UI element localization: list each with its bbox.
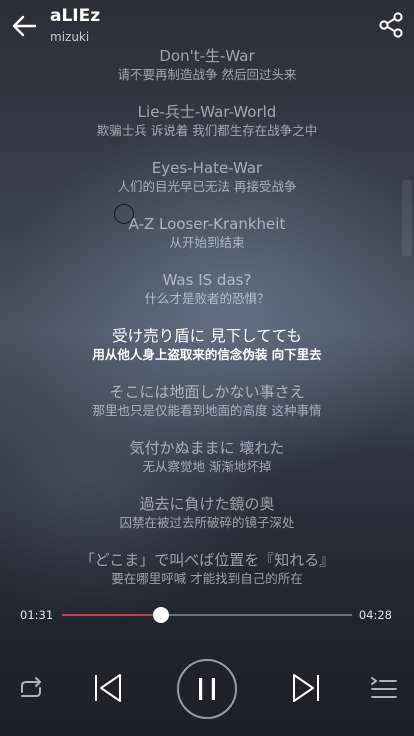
lyric-line: Eyes-Hate-War 人们的目光早已无法 再接受战争 — [0, 158, 414, 214]
lyric-translation: 从开始到结束 — [169, 235, 245, 250]
lyric-line: 過去に負けた鏡の奥 囚禁在被过去所破碎的镜子深处 — [0, 494, 414, 550]
lyric-original: Don't-生-War — [159, 47, 255, 65]
lyric-translation: 什么才是败者的恐惧？ — [144, 291, 270, 306]
lyric-line: 「どこま」で叫べば位置を『知れる』 要在哪里呼喊 才能找到自己的所在 — [0, 550, 414, 594]
repeat-icon[interactable] — [14, 672, 48, 706]
lyric-original: Was IS das? — [162, 271, 252, 289]
lyric-translation: 要在哪里呼喊 才能找到自己的所在 — [111, 571, 303, 586]
lyric-line: Don't-生-War 请不要再制造战争 然后回过头来 — [0, 46, 414, 102]
lyric-original: 気付かぬままに 壊れた — [129, 439, 285, 457]
artist-name: mizuki — [50, 30, 90, 44]
lyric-original: Eyes-Hate-War — [151, 159, 263, 177]
pause-icon — [199, 678, 215, 700]
lyric-original: A-Z Looser-Krankheit — [128, 215, 286, 233]
lyric-line: Lie-兵士-War-World 欺骗士兵 诉说着 我们都生存在战争之中 — [0, 102, 414, 158]
skip-previous-icon[interactable] — [90, 670, 126, 706]
lyric-translation: 请不要再制造战争 然后回过头来 — [117, 67, 297, 82]
lyric-line: そこには地面しかない事さえ 那里也只是仅能看到地面的高度 这种事情 — [0, 382, 414, 438]
lyric-line: 気付かぬままに 壊れた 无从察觉地 渐渐地坏掉 — [0, 438, 414, 494]
pause-button[interactable] — [176, 658, 238, 720]
current-time: 01:31 — [20, 608, 54, 622]
lyric-line: Was IS das? 什么才是败者的恐惧？ — [0, 270, 414, 326]
lyrics-panel[interactable]: Don't-生-War 请不要再制造战争 然后回过头来 Lie-兵士-War-W… — [0, 46, 414, 594]
lyric-translation: 用从他人身上盗取来的信念伪装 向下里去 — [92, 347, 322, 362]
playback-controls — [0, 652, 414, 724]
lyric-original: 「どこま」で叫べば位置を『知れる』 — [79, 551, 335, 569]
seek-track[interactable] — [62, 607, 352, 623]
song-title: aLIEz — [50, 6, 101, 26]
lyric-translation: 囚禁在被过去所破碎的镜子深处 — [119, 515, 295, 530]
lyric-original: 受け売り盾に 見下してても — [112, 327, 302, 345]
share-icon[interactable] — [376, 10, 406, 40]
lyric-line: A-Z Looser-Krankheit 从开始到结束 — [0, 214, 414, 270]
seek-fill — [62, 614, 161, 616]
lyric-translation: 那里也只是仅能看到地面的高度 这种事情 — [92, 403, 322, 418]
back-arrow-icon[interactable] — [8, 10, 40, 42]
lyrics-scrollbar[interactable] — [402, 180, 412, 256]
lyric-translation: 人们的目光早已无法 再接受战争 — [117, 179, 297, 194]
lyric-translation: 欺骗士兵 诉说着 我们都生存在战争之中 — [96, 123, 318, 138]
progress-bar: 01:31 04:28 — [0, 600, 414, 630]
seek-thumb[interactable] — [152, 607, 169, 623]
header: aLIEz mizuki — [0, 0, 414, 48]
total-time: 04:28 — [358, 608, 392, 622]
lyric-line-active: 受け売り盾に 見下してても 用从他人身上盗取来的信念伪装 向下里去 — [0, 326, 414, 382]
skip-next-icon[interactable] — [288, 670, 324, 706]
playlist-icon[interactable] — [366, 672, 400, 706]
lyric-original: Lie-兵士-War-World — [137, 103, 277, 121]
touch-indicator — [114, 204, 134, 224]
lyric-original: 過去に負けた鏡の奥 — [139, 495, 275, 513]
lyric-original: そこには地面しかない事さえ — [109, 383, 305, 401]
lyric-translation: 无从察觉地 渐渐地坏掉 — [142, 459, 272, 474]
